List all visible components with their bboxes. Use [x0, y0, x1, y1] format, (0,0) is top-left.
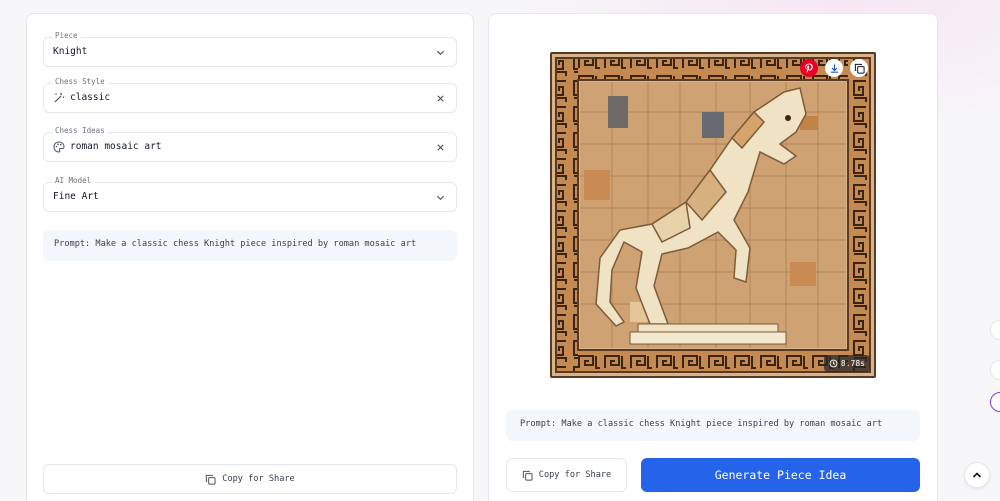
generated-knight-image: 8.78s [550, 52, 876, 378]
edge-widget-bubble[interactable] [990, 392, 1000, 412]
pinterest-icon [805, 63, 813, 73]
ai-model-label: AI Model [52, 176, 95, 185]
result-prompt: Prompt: Make a classic chess Knight piec… [506, 410, 920, 441]
copy-icon [206, 474, 216, 485]
copy-for-share-label: Copy for Share [538, 470, 612, 480]
chevron-down-icon [436, 50, 445, 56]
scroll-to-top-button[interactable] [964, 462, 990, 488]
pinterest-button[interactable] [800, 59, 818, 77]
chevron-up-icon [972, 472, 982, 478]
prompt-preview: Prompt: Make a classic chess Knight piec… [43, 230, 457, 261]
generator-form-panel: Piece Knight Chess Style classic Chess I… [26, 13, 474, 501]
generation-time-badge: 8.78s [823, 355, 870, 372]
chess-ideas-value: roman mosaic art [70, 141, 162, 152]
copy-for-share-button[interactable]: Copy for Share [43, 464, 457, 494]
copy-image-button[interactable] [850, 59, 868, 77]
clear-icon[interactable] [435, 142, 446, 153]
generation-time-value: 8.78s [840, 359, 865, 368]
copy-icon [854, 63, 865, 74]
piece-value: Knight [53, 46, 88, 57]
copy-for-share-button[interactable]: Copy for Share [506, 458, 627, 492]
copy-for-share-label: Copy for Share [222, 474, 295, 484]
roman-mosaic-knight-artwork [550, 52, 876, 378]
download-icon [830, 63, 838, 73]
download-button[interactable] [825, 59, 843, 77]
chess-style-value: classic [70, 92, 111, 103]
edge-widget-bubble[interactable] [990, 360, 1000, 380]
piece-select[interactable]: Piece Knight [43, 31, 457, 67]
chevron-down-icon [436, 195, 445, 201]
ai-model-value: Fine Art [53, 191, 99, 202]
chess-style-field[interactable]: Chess Style classic [43, 77, 457, 113]
ai-model-select[interactable]: AI Model Fine Art [43, 176, 457, 212]
copy-icon [522, 470, 533, 481]
chess-ideas-label: Chess Ideas [52, 126, 108, 135]
result-panel: 8.78s Prompt: Make a classic chess Knigh… [488, 13, 938, 501]
generate-piece-idea-button[interactable]: Generate Piece Idea [641, 458, 920, 492]
clear-icon[interactable] [435, 93, 446, 104]
chess-style-label: Chess Style [52, 77, 108, 86]
magic-wand-icon [54, 93, 65, 103]
chess-ideas-field[interactable]: Chess Ideas roman mosaic art [43, 126, 457, 162]
piece-label: Piece [52, 31, 81, 40]
edge-widget-bubble[interactable] [990, 320, 1000, 340]
clock-icon [829, 359, 838, 368]
palette-icon [53, 141, 65, 153]
